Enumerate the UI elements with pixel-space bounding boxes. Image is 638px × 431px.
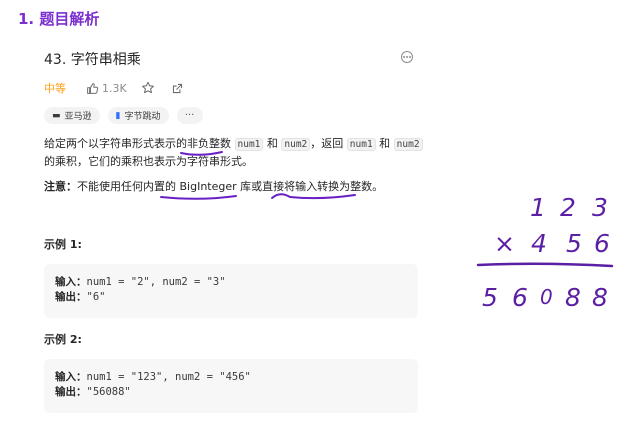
more-options-icon[interactable] [401, 51, 413, 63]
problem-title[interactable]: 43. 字符串相乘 [44, 49, 141, 69]
inline-code-num1: num1 [346, 138, 376, 151]
share-button[interactable] [171, 82, 184, 95]
inline-code-num2: num2 [281, 138, 311, 151]
hw-digit: 1 [530, 193, 546, 222]
hw-digit: 2 [560, 193, 576, 222]
example-2-box: 输入：num1 = "123", num2 = "456" 输出："56088" [44, 359, 418, 413]
favorite-button[interactable] [141, 81, 155, 95]
underline-builtin [160, 195, 237, 200]
hw-digit: 5 [566, 229, 582, 258]
difficulty-badge: 中等 [44, 82, 66, 95]
share-icon [172, 83, 182, 93]
non-negative-integer-text: 非负整数 [187, 137, 231, 150]
hw-digit: 8 [592, 283, 608, 312]
problem-description: 给定两个以字符串形式表示的非负整数 和 num1 和 num2，返回 num1 … [44, 135, 424, 170]
problem-meta-row: 中等 1.3K [44, 79, 200, 97]
section-title: 1. 题目解析 [18, 10, 100, 28]
like-count: 1.3K [102, 81, 127, 95]
like-button[interactable]: 1.3K [86, 82, 127, 95]
company-tags: ▬ 亚马逊 ▮ 字节跳动 ··· [44, 107, 211, 124]
hw-digit: 0 [540, 285, 553, 309]
example-2-title: 示例 2: [44, 333, 82, 346]
example-1-box: 输入：num1 = "2", num2 = "3" 输出："6" [44, 264, 418, 318]
thumbs-up-icon [87, 82, 99, 94]
hw-digit: 6 [512, 283, 528, 312]
tag-amazon[interactable]: ▬ 亚马逊 [44, 107, 100, 124]
note-text: 注意：不能使用任何内置的 BigInteger 库或直接将输入转换为整数。 [44, 180, 384, 193]
hw-digit: 6 [594, 229, 610, 258]
inline-code-num1: num1 [234, 138, 264, 151]
star-icon [141, 81, 154, 94]
convert-input-text: 输入转换为整数 [295, 180, 373, 193]
hw-digit: 8 [565, 283, 581, 312]
more-tags-button[interactable]: ··· [176, 107, 203, 124]
hw-digit: 3 [592, 193, 608, 222]
hw-digit: 4 [531, 229, 547, 258]
hw-digit: 5 [482, 283, 498, 312]
example-1-title: 示例 1: [44, 238, 82, 251]
bytedance-icon: ▮ [115, 110, 121, 121]
multiplication-line [476, 262, 614, 268]
amazon-icon: ▬ [52, 110, 61, 121]
tag-bytedance[interactable]: ▮ 字节跳动 [107, 107, 169, 124]
hw-times-sign: × [494, 229, 515, 258]
inline-code-num2: num2 [393, 138, 423, 151]
